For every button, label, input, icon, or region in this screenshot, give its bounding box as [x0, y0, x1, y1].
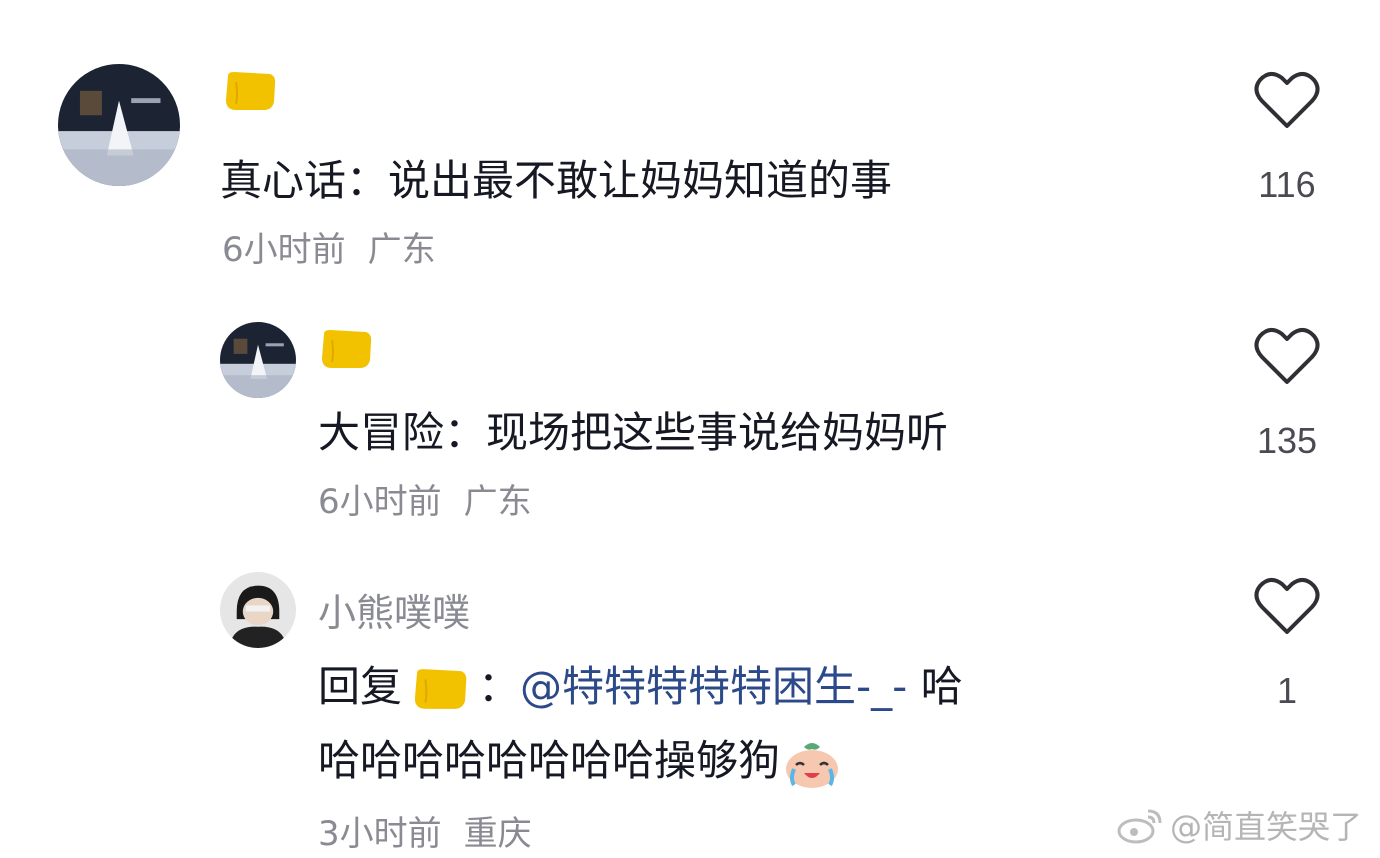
avatar-scene-icon — [220, 322, 296, 398]
weibo-logo-icon — [1117, 809, 1162, 844]
like-count: 116 — [1258, 164, 1316, 205]
avatar[interactable] — [220, 322, 296, 398]
yellow-fist-emoji — [222, 70, 278, 114]
comment-text-tail: 哈 — [907, 662, 963, 711]
watermark: @简直笑哭了 — [1116, 802, 1362, 848]
crying-laughing-face-emoji — [782, 739, 842, 789]
comment-time: 3小时前 — [318, 814, 442, 854]
comment-text: 大冒险：现场把这些事说给妈妈听 — [318, 408, 949, 457]
heart-icon[interactable] — [1254, 576, 1320, 636]
like-button[interactable]: 1 — [1242, 576, 1332, 712]
reply-colon: ： — [478, 662, 521, 711]
avatar-scene-icon — [58, 64, 180, 186]
comment-meta: 6小时前 广东 — [222, 222, 436, 271]
comment-location: 广东 — [463, 482, 532, 522]
mention-link[interactable]: @特特特特特困生-_- — [520, 662, 907, 711]
username[interactable]: 小熊噗噗 — [318, 582, 470, 637]
comment-text-body: 哈哈哈哈哈哈哈哈操够狗 — [318, 736, 781, 785]
comment-meta: 3小时前 重庆 — [318, 806, 532, 855]
like-button[interactable]: 135 — [1242, 326, 1332, 462]
reply-prefix: 回复 — [318, 662, 403, 711]
comment-time: 6小时前 — [222, 230, 346, 270]
comment-text: 真心话：说出最不敢让妈妈知道的事 — [220, 156, 893, 205]
watermark-text: @简直笑哭了 — [1169, 808, 1362, 846]
heart-icon[interactable] — [1254, 326, 1320, 386]
yellow-fist-emoji — [318, 328, 374, 372]
yellow-fist-emoji — [410, 667, 470, 713]
like-button[interactable]: 116 — [1242, 70, 1332, 206]
comment-time: 6小时前 — [318, 482, 442, 522]
comment-text: 回复 ：@特特特特特困生-_- 哈 — [318, 656, 963, 718]
like-count: 135 — [1256, 420, 1318, 461]
like-count: 1 — [1276, 670, 1298, 711]
comment-location: 重庆 — [463, 814, 532, 854]
comment-text-line2: 哈哈哈哈哈哈哈哈操够狗 — [318, 730, 850, 792]
avatar[interactable] — [58, 64, 180, 186]
avatar-person-icon — [220, 572, 296, 648]
heart-icon[interactable] — [1254, 70, 1320, 130]
avatar[interactable] — [220, 572, 296, 648]
comment-location: 广东 — [367, 230, 436, 270]
comment-meta: 6小时前 广东 — [318, 474, 532, 523]
